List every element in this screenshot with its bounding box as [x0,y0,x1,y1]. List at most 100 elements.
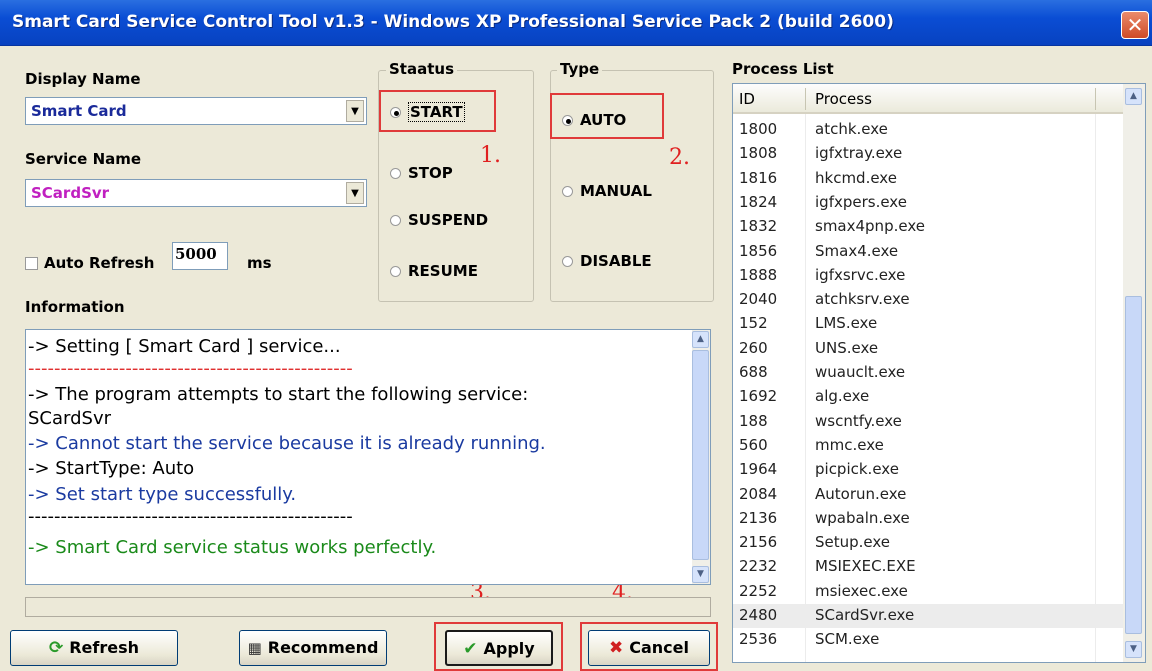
table-row[interactable]: 2536 SCM.exe [733,628,1123,652]
progress-bar [25,597,711,617]
log-line: -> Smart Card service status works perfe… [28,537,437,558]
process-name: Autorun.exe [815,484,907,503]
radio-icon [562,186,573,197]
chevron-down-icon[interactable]: ▼ [1125,641,1142,658]
table-row[interactable]: 688 wuauclt.exe [733,361,1123,385]
close-button[interactable]: ✕ [1121,11,1149,39]
recommend-button-label: Recommend [267,638,379,657]
process-name: igfxtray.exe [815,144,903,163]
type-radio-manual[interactable]: MANUAL [562,182,652,200]
table-row[interactable]: 1832 smax4pnp.exe [733,215,1123,239]
process-id: 260 [739,338,768,357]
log-separator: ----------------------------------------… [28,506,353,527]
radio-icon [562,256,573,267]
scrollbar-thumb[interactable] [692,350,709,560]
table-row[interactable]: 2136 wpabaln.exe [733,507,1123,531]
table-row[interactable]: 1824 igfxpers.exe [733,191,1123,215]
display-name-value: Smart Card [31,102,127,120]
refresh-icon: ⟳ [48,638,64,658]
chevron-up-icon[interactable]: ▲ [692,331,709,348]
title-bar[interactable]: Smart Card Service Control Tool v1.3 - W… [0,0,1152,46]
table-row[interactable]: 2252 msiexec.exe [733,580,1123,604]
table-row[interactable]: 2480 SCardSvr.exe [733,604,1123,629]
column-separator[interactable] [805,88,806,110]
chevron-down-icon[interactable]: ▼ [346,100,364,122]
process-name: atchksrv.exe [815,290,910,309]
process-id: 2252 [739,581,778,600]
cancel-button[interactable]: ✖ Cancel [588,630,710,666]
table-row[interactable]: 1964 picpick.exe [733,458,1123,482]
column-header-process[interactable]: Process [815,90,872,108]
process-id: 1808 [739,144,778,163]
chevron-down-icon[interactable]: ▼ [346,182,364,204]
process-id: 2156 [739,533,778,552]
table-row[interactable]: 2232 MSIEXEC.EXE [733,555,1123,579]
process-name: wscntfy.exe [815,411,902,430]
process-id: 2040 [739,290,778,309]
process-list[interactable]: ID Process 1800 atchk.exe 1808 igfxtray.exe… [732,83,1146,663]
status-radio-stop[interactable]: STOP [390,164,453,182]
process-id: 2084 [739,484,778,503]
process-name: alg.exe [815,387,870,406]
process-name: smax4pnp.exe [815,217,925,236]
log-separator: ----------------------------------------… [28,358,353,379]
log-scrollbar[interactable]: ▲ ▼ [692,330,710,584]
information-label: Information [25,298,125,316]
table-row[interactable]: 1692 alg.exe [733,385,1123,409]
chevron-down-icon[interactable]: ▼ [692,566,709,583]
grid-icon: ▦ [247,639,262,657]
status-group-title: Staatus [386,60,457,78]
table-row[interactable]: 1808 igfxtray.exe [733,142,1123,166]
table-row[interactable]: 1856 Smax4.exe [733,240,1123,264]
service-name-label: Service Name [25,150,142,168]
display-name-combo[interactable]: Smart Card ▼ [25,97,367,125]
type-radio-disable[interactable]: DISABLE [562,252,652,270]
process-scrollbar[interactable]: ▲ ▼ [1123,84,1145,662]
table-row[interactable]: 1816 hkcmd.exe [733,167,1123,191]
chevron-up-icon[interactable]: ▲ [1125,88,1142,105]
apply-button[interactable]: ✔ Apply [445,630,553,666]
process-id: 1692 [739,387,778,406]
table-row[interactable]: 2156 Setup.exe [733,531,1123,555]
cancel-button-label: Cancel [629,638,689,657]
scrollbar-thumb[interactable] [1125,296,1142,634]
process-name: wpabaln.exe [815,508,910,527]
table-row[interactable]: 152 LMS.exe [733,312,1123,336]
process-name: MSIEXEC.EXE [815,557,916,576]
table-row[interactable]: 188 wscntfy.exe [733,410,1123,434]
process-name: atchk.exe [815,120,888,138]
table-row[interactable]: 560 mmc.exe [733,434,1123,458]
refresh-button-label: Refresh [69,638,140,657]
status-radio-stop-label: STOP [408,164,453,182]
process-name: SCardSvr.exe [815,606,915,624]
type-radio-disable-label: DISABLE [580,252,652,270]
radio-icon [390,215,401,226]
auto-refresh-unit: ms [247,254,272,272]
process-name: igfxpers.exe [815,192,907,211]
process-name: Smax4.exe [815,241,899,260]
process-id: 2136 [739,508,778,527]
table-row[interactable]: 1888 igfxsrvc.exe [733,264,1123,288]
process-id: 2536 [739,630,778,649]
process-name: LMS.exe [815,314,878,333]
process-id: 560 [739,435,768,454]
close-icon: ✖ [609,638,624,658]
status-radio-resume[interactable]: RESUME [390,262,478,280]
auto-refresh-interval-input[interactable]: 5000 [172,242,228,270]
service-name-combo[interactable]: SCardSvr ▼ [25,179,367,207]
auto-refresh-checkbox[interactable] [25,257,38,270]
type-group-title: Type [557,60,603,78]
column-separator[interactable] [1095,88,1096,110]
refresh-button[interactable]: ⟳ Refresh [10,630,178,666]
recommend-button[interactable]: ▦ Recommend [239,630,387,666]
column-header-id[interactable]: ID [739,90,755,108]
status-radio-suspend[interactable]: SUSPEND [390,211,488,229]
process-name: Setup.exe [815,533,891,552]
table-row[interactable]: 1800 atchk.exe [733,118,1123,142]
table-row[interactable]: 2040 atchksrv.exe [733,288,1123,312]
apply-button-label: Apply [483,639,535,658]
process-id: 188 [739,411,768,430]
information-log[interactable]: -> Setting [ Smart Card ] service... ---… [25,329,711,585]
table-row[interactable]: 2084 Autorun.exe [733,483,1123,507]
table-row[interactable]: 260 UNS.exe [733,337,1123,361]
